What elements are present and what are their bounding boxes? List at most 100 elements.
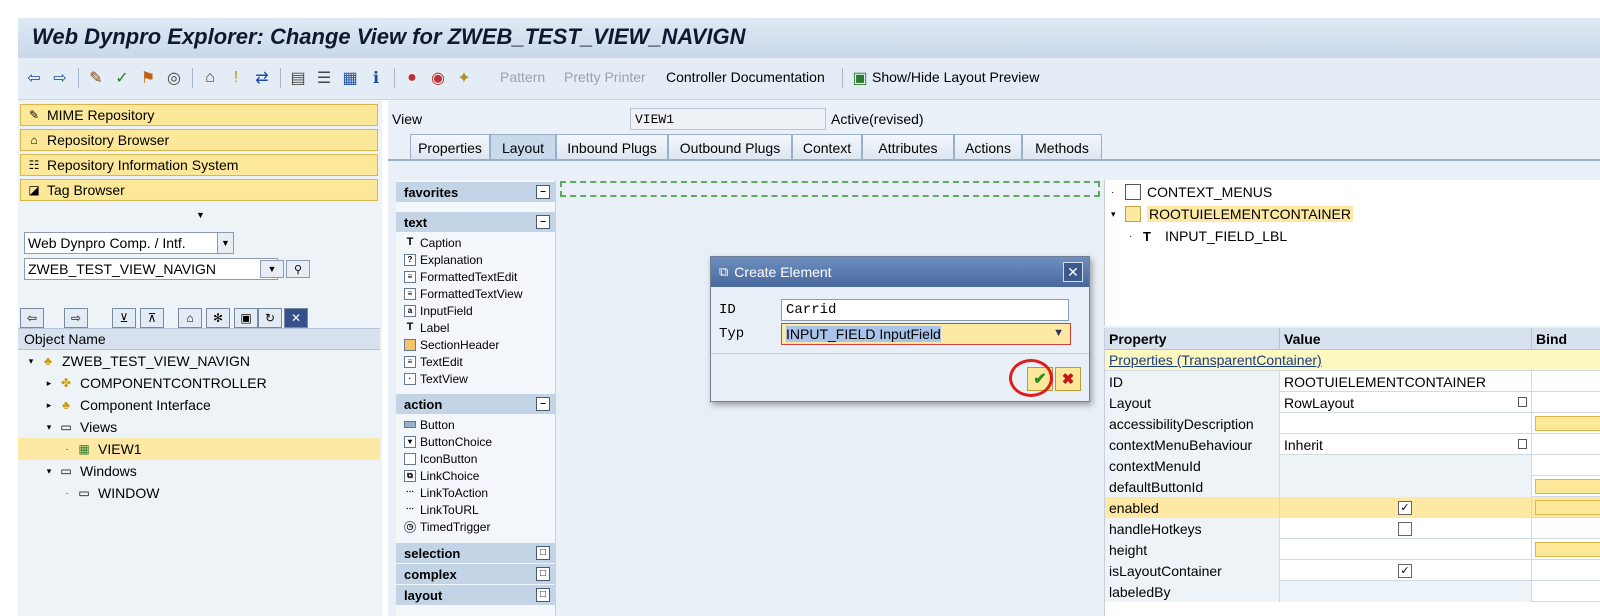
palette-item-timedtrigger[interactable]: ◷ TimedTrigger [404,518,490,535]
palette-item-formattedtextedit[interactable]: ≡ FormattedTextEdit [404,268,517,285]
tree-node-windows[interactable]: ▾ ▭ Windows [18,460,380,482]
id-input[interactable]: Carrid [781,299,1069,321]
expand-icon[interactable]: □ [536,546,550,560]
palette-item-iconbutton[interactable]: IconButton [404,450,477,467]
tag-browser-button[interactable]: ◪ Tag Browser [20,179,378,201]
object-name-input[interactable]: ZWEB_TEST_VIEW_NAVIGN [24,258,278,280]
breakpoint-icon[interactable]: ● [402,68,422,88]
collapse-icon[interactable]: – [536,397,550,411]
close-icon[interactable]: ✕ [1063,262,1083,282]
palette-item-buttonchoice[interactable]: ▾ ButtonChoice [404,433,492,450]
tree-node-view1[interactable]: · ▦ VIEW1 [18,438,380,460]
chevron-down-icon[interactable]: ▼ [1053,327,1064,339]
tab-methods[interactable]: Methods [1022,134,1102,160]
cancel-button[interactable]: ✖ [1055,367,1081,391]
back-arrow-icon[interactable]: ⇦ [20,308,44,328]
palette-group-favorites[interactable]: favorites – [396,182,556,202]
refresh-icon[interactable]: ↻ [258,308,282,328]
palette-item-label[interactable]: T Label [404,319,450,336]
bind-button[interactable] [1535,542,1600,557]
collapsed-arrow-icon[interactable]: ▸ [42,400,56,411]
wizard-icon[interactable]: ✦ [454,68,474,88]
palette-item-textedit[interactable]: ≡ TextEdit [404,353,463,370]
tree-node-componentcontroller[interactable]: ▸ ✤ COMPONENTCONTROLLER [18,372,380,394]
property-value[interactable] [1280,476,1532,497]
property-value[interactable] [1280,455,1532,476]
tree-node-component-interface[interactable]: ▸ ♣ Component Interface [18,394,380,416]
layout-preview-icon[interactable]: ▣ [850,68,870,88]
info-icon[interactable]: ℹ [366,68,386,88]
stack-icon[interactable]: ☰ [314,68,334,88]
expand-icon[interactable]: □ [536,588,550,602]
where-used-icon[interactable]: ǃ [226,68,246,88]
bind-button[interactable] [1535,479,1600,494]
expand-arrow-icon[interactable]: ▾ [24,356,38,367]
bind-button[interactable] [1535,416,1600,431]
palette-group-selection[interactable]: selection □ [396,543,556,563]
typ-select[interactable]: INPUT_FIELD InputField ▼ [781,323,1071,345]
forward-arrow-icon[interactable]: ⇨ [64,308,88,328]
session-breakpoint-icon[interactable]: ◉ [428,68,448,88]
pattern-button[interactable]: Pattern [500,69,545,85]
tree-structure-icon[interactable]: ▤ [288,68,308,88]
palette-item-linktoaction[interactable]: ⋯ LinkToAction [404,484,488,501]
palette-item-linkchoice[interactable]: ⧉ LinkChoice [404,467,479,484]
collapse-icon[interactable]: ⊻ [112,308,136,328]
palette-group-text[interactable]: text – [396,212,556,232]
check-icon[interactable]: ✓ [112,68,132,88]
hierarchy-icon[interactable]: ⌂ [200,68,220,88]
dialog-title-bar[interactable]: ⧉ Create Element ✕ [711,257,1089,287]
property-value[interactable]: ROOTUIELEMENTCONTAINER [1280,371,1532,392]
chevron-down-icon[interactable]: ▼ [260,260,284,278]
navigation-icon[interactable]: ⇄ [252,68,272,88]
tab-actions[interactable]: Actions [954,134,1022,160]
expand-arrow-icon[interactable]: ▾ [42,422,56,433]
property-value[interactable] [1280,413,1532,434]
expand-arrow-icon[interactable]: ▾ [1111,209,1125,220]
display-glasses-icon[interactable]: ⚲ [286,260,310,278]
palette-item-formattedtextview[interactable]: ≡ FormattedTextView [404,285,523,302]
show-hide-layout-preview-button[interactable]: Show/Hide Layout Preview [872,69,1039,85]
palette-item-linktourl[interactable]: ⋯ LinkToURL [404,501,479,518]
root-container-drop-zone[interactable] [560,181,1100,197]
bind-button[interactable] [1535,500,1600,515]
property-value[interactable] [1280,581,1532,602]
repository-browser-button[interactable]: ⌂ Repository Browser [20,129,378,151]
expand-arrow-icon[interactable]: ▼ [196,210,205,220]
property-value-cell[interactable]: RowLayout [1280,392,1532,413]
expand-all-icon[interactable]: ⊼ [140,308,164,328]
chevron-down-icon[interactable]: ▼ [217,233,233,253]
palette-item-textview[interactable]: · TextView [404,370,468,387]
collapsed-arrow-icon[interactable]: ▸ [42,378,56,389]
window-list-icon[interactable]: ▦ [340,68,360,88]
forward-arrow-icon[interactable]: ⇨ [50,68,70,88]
palette-item-button[interactable]: Button [404,416,455,433]
tab-context[interactable]: Context [792,134,862,160]
object-type-select[interactable]: Web Dynpro Comp. / Intf. ▼ [24,232,234,254]
tree-node-input-field-lbl[interactable]: · T INPUT_FIELD_LBL [1129,225,1287,247]
tree-node-context-menus[interactable]: · CONTEXT_MENUS [1111,181,1272,203]
property-value[interactable] [1280,539,1532,560]
is-layout-container-checkbox[interactable]: ✓ [1398,563,1412,578]
tree-node-component[interactable]: ▾ ♣ ZWEB_TEST_VIEW_NAVIGN [18,350,380,372]
palette-item-sectionheader[interactable]: SectionHeader [404,336,499,353]
tab-inbound-plugs[interactable]: Inbound Plugs [556,134,668,160]
palette-group-layout[interactable]: layout □ [396,585,556,605]
hierarchy-icon[interactable]: ⌂ [178,308,202,328]
activate-icon[interactable]: ⚑ [138,68,158,88]
collapse-icon[interactable]: – [536,215,550,229]
palette-group-action[interactable]: action – [396,394,556,414]
edit-toggle-icon[interactable]: ✎ [86,68,106,88]
tab-outbound-plugs[interactable]: Outbound Plugs [668,134,792,160]
tree-node-window[interactable]: · ▭ WINDOW [18,482,380,504]
tree-node-views[interactable]: ▾ ▭ Views [18,416,380,438]
palette-item-caption[interactable]: T Caption [404,234,462,251]
mime-repository-button[interactable]: ✎ MIME Repository [20,104,378,126]
tab-attributes[interactable]: Attributes [862,134,954,160]
collapse-icon[interactable]: – [536,185,550,199]
repository-info-system-button[interactable]: ☷ Repository Information System [20,154,378,176]
palette-item-explanation[interactable]: ? Explanation [404,251,483,268]
handle-hotkeys-checkbox[interactable] [1398,521,1412,536]
value-help-icon[interactable] [1518,397,1527,407]
value-help-icon[interactable] [1518,439,1527,449]
